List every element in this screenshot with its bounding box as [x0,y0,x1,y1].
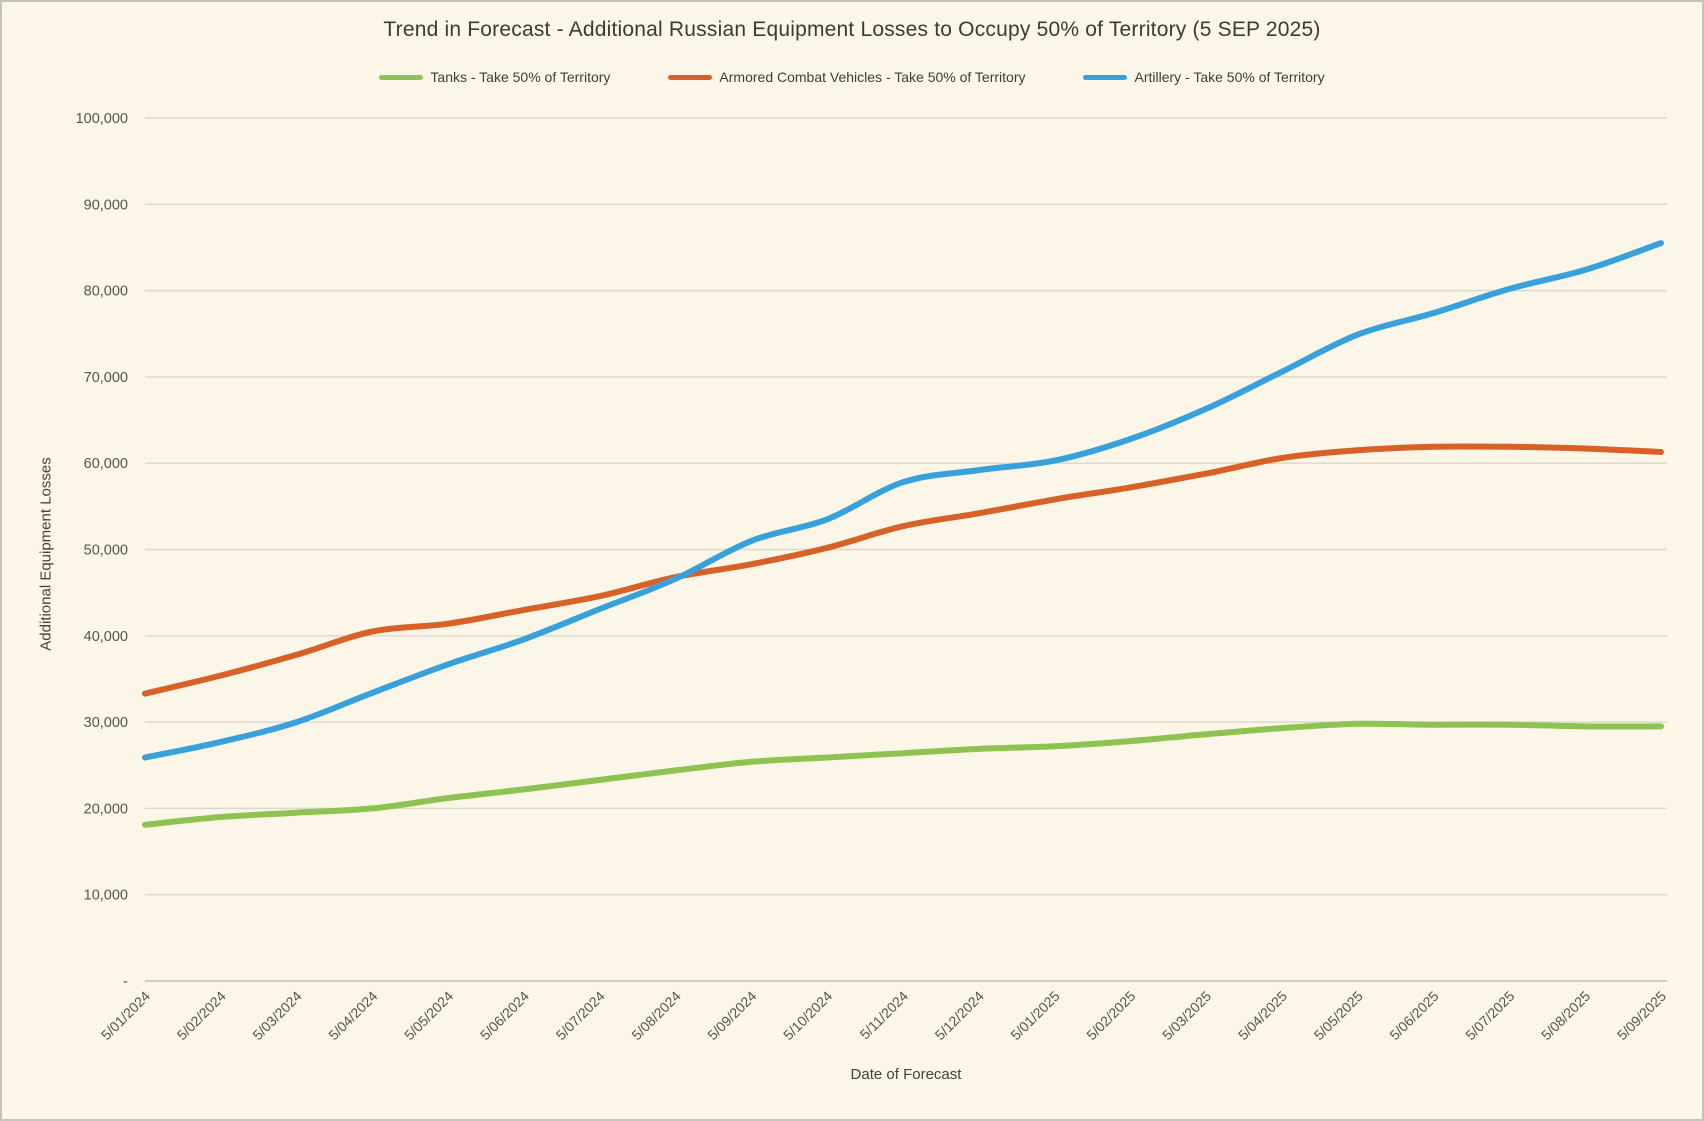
x-tick-label: 5/07/2025 [1462,988,1518,1044]
y-tick-label: 100,000 [76,111,128,127]
x-tick-label: 5/04/2024 [325,988,381,1044]
chart-frame: Trend in Forecast - Additional Russian E… [0,0,1704,1121]
y-tick-label: 80,000 [84,284,128,300]
series-line-artillery [142,240,1664,761]
y-tick-label: 30,000 [84,715,128,731]
y-tick-label: 70,000 [84,370,128,386]
x-tick-label: 5/05/2024 [401,988,457,1044]
x-axis-title: Date of Forecast [850,1066,962,1083]
y-tick-label: 20,000 [84,801,128,817]
x-tick-label: 5/10/2024 [780,988,836,1044]
x-tick-label: 5/03/2025 [1159,988,1215,1044]
x-tick-label: 5/11/2024 [856,988,911,1043]
x-tick-label: 5/01/2024 [98,988,154,1044]
y-tick-label: 60,000 [84,456,128,472]
y-axis-title: Additional Equipment Losses [37,457,55,651]
x-tick-label: 5/06/2024 [477,988,533,1044]
y-tick-label: 10,000 [84,888,128,904]
x-tick-label: 5/01/2025 [1007,988,1063,1044]
y-tick-label: 50,000 [84,543,128,559]
y-tick-label: - [123,974,128,990]
x-tick-label: 5/03/2024 [249,988,305,1044]
x-tick-label: 5/06/2025 [1386,988,1442,1044]
x-tick-label: 5/08/2025 [1538,988,1594,1044]
x-tick-label: 5/02/2024 [174,988,230,1044]
x-tick-label: 5/12/2024 [932,988,988,1044]
y-tick-label: 40,000 [84,629,128,645]
plot-area: - 10,000 20,000 30,000 40,000 50,000 60,000 70,… [76,111,1670,1044]
x-tick-label: 5/05/2025 [1311,988,1367,1044]
x-tick-label: 5/09/2024 [704,988,760,1044]
x-tick-label: 5/09/2025 [1614,988,1670,1044]
y-tick-label: 90,000 [84,197,128,213]
x-tick-label: 5/04/2025 [1235,988,1291,1044]
x-tick-label: 5/08/2024 [628,988,684,1044]
x-tick-label: 5/07/2024 [553,988,609,1044]
x-tick-label: 5/02/2025 [1083,988,1139,1044]
series-line-tanks [142,720,1664,828]
